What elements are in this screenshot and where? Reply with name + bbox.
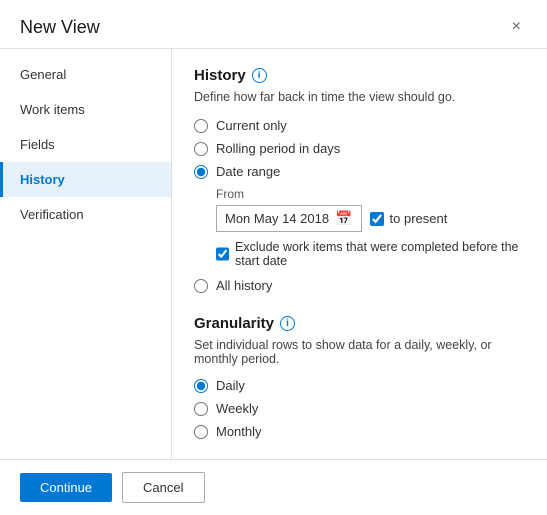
section-desc: Define how far back in time the view sho… [194,90,525,104]
cancel-button[interactable]: Cancel [122,472,204,503]
granularity-info-icon[interactable]: i [280,316,295,331]
sidebar-item-work-items[interactable]: Work items [0,92,171,127]
sidebar-item-history[interactable]: History [0,162,171,197]
granularity-options: Daily Weekly Monthly [194,378,525,439]
dialog-header: New View × [0,0,547,49]
to-present-checkbox[interactable] [370,212,384,226]
option-monthly[interactable]: Monthly [194,424,525,439]
option-date-range[interactable]: Date range [194,164,525,179]
granularity-desc: Set individual rows to show data for a d… [194,338,525,366]
granularity-section: Granularity i Set individual rows to sho… [194,315,525,439]
dialog: New View × General Work items Fields His… [0,0,547,515]
dialog-body: General Work items Fields History Verifi… [0,49,547,459]
sidebar: General Work items Fields History Verifi… [0,49,172,459]
date-row: Mon May 14 2018 📅 to present [216,205,525,232]
exclude-checkbox[interactable] [216,247,229,261]
option-all-history[interactable]: All history [194,278,525,293]
continue-button[interactable]: Continue [20,473,112,502]
from-label: From [216,187,525,201]
dialog-title: New View [20,17,100,38]
calendar-icon[interactable]: 📅 [335,210,352,227]
option-daily[interactable]: Daily [194,378,525,393]
date-value: Mon May 14 2018 [225,211,329,226]
exclude-row[interactable]: Exclude work items that were completed b… [216,240,525,268]
to-present-check[interactable]: to present [370,211,448,226]
history-options: Current only Rolling period in days Date… [194,118,525,179]
granularity-title: Granularity i [194,315,525,332]
option-weekly[interactable]: Weekly [194,401,525,416]
sidebar-item-verification[interactable]: Verification [0,197,171,232]
date-input-box[interactable]: Mon May 14 2018 📅 [216,205,362,232]
main-content: History i Define how far back in time th… [172,49,547,459]
sidebar-item-fields[interactable]: Fields [0,127,171,162]
close-button[interactable]: × [506,16,527,38]
option-current-only[interactable]: Current only [194,118,525,133]
sidebar-item-general[interactable]: General [0,57,171,92]
option-rolling-period[interactable]: Rolling period in days [194,141,525,156]
dialog-footer: Continue Cancel [0,459,547,515]
history-info-icon[interactable]: i [252,68,267,83]
section-title: History i [194,67,525,84]
date-range-content: From Mon May 14 2018 📅 to present Exclud… [216,187,525,268]
